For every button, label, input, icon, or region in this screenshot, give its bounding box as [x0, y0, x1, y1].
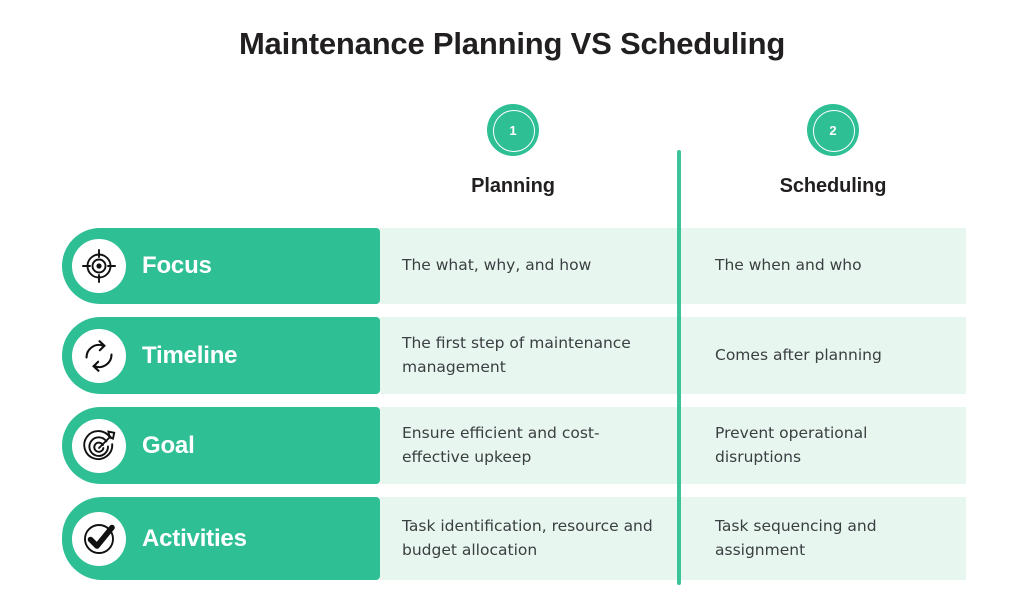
row-label-pill-focus: Focus	[62, 228, 380, 304]
table-row: Activities Task identification, resource…	[0, 497, 1024, 580]
cell-text: Ensure efficient and cost-effective upke…	[402, 424, 600, 466]
cell-planning-activities: Task identification, resource and budget…	[380, 497, 677, 580]
row-label-pill-goal: Goal	[62, 407, 380, 484]
cell-scheduling-timeline: Comes after planning	[681, 317, 966, 394]
column-number-badge-2: 2	[807, 104, 859, 156]
row-label-pill-timeline: Timeline	[62, 317, 380, 394]
row-label-focus: Focus	[142, 252, 212, 279]
table-row: Goal Ensure efficient and cost-effective…	[0, 407, 1024, 484]
crosshair-target-icon	[72, 239, 126, 293]
cell-scheduling-focus: The when and who	[681, 228, 966, 304]
row-label-pill-activities: Activities	[62, 497, 380, 580]
cell-planning-timeline: The first step of maintenance management	[380, 317, 677, 394]
cell-text: The what, why, and how	[402, 256, 592, 275]
row-label-timeline: Timeline	[142, 341, 238, 369]
cycle-arrows-icon	[72, 328, 126, 383]
cell-text: Comes after planning	[715, 345, 882, 364]
cell-text: The first step of maintenance management	[402, 334, 631, 376]
row-label-activities: Activities	[142, 524, 247, 552]
column-header-scheduling: 2 Scheduling	[700, 104, 966, 198]
column-title-planning: Planning	[471, 175, 555, 197]
column-number-badge-1: 1	[487, 104, 539, 156]
cell-planning-goal: Ensure efficient and cost-effective upke…	[380, 407, 677, 484]
column-title-scheduling: Scheduling	[779, 175, 887, 197]
cell-text: Task sequencing and assignment	[715, 517, 877, 559]
cell-scheduling-activities: Task sequencing and assignment	[681, 497, 966, 580]
cell-scheduling-goal: Prevent operational disruptions	[681, 407, 966, 484]
row-label-goal: Goal	[142, 431, 195, 459]
target-dart-icon	[72, 418, 126, 473]
cell-text: The when and who	[715, 256, 862, 275]
table-row: Timeline The first step of maintenance m…	[0, 317, 1024, 394]
column-number-2: 2	[829, 122, 837, 138]
cell-text: Task identification, resource and budget…	[402, 517, 653, 559]
column-number-1: 1	[509, 122, 517, 138]
page-title: Maintenance Planning VS Scheduling	[238, 26, 786, 61]
table-row: Focus The what, why, and how The when an…	[0, 228, 1024, 304]
cell-planning-focus: The what, why, and how	[380, 228, 677, 304]
check-circle-icon	[72, 511, 126, 566]
column-header-planning: 1 Planning	[380, 104, 646, 198]
infographic-page: Maintenance Planning VS Scheduling 1 Pla…	[0, 0, 1024, 597]
cell-text: Prevent operational disruptions	[715, 424, 868, 466]
